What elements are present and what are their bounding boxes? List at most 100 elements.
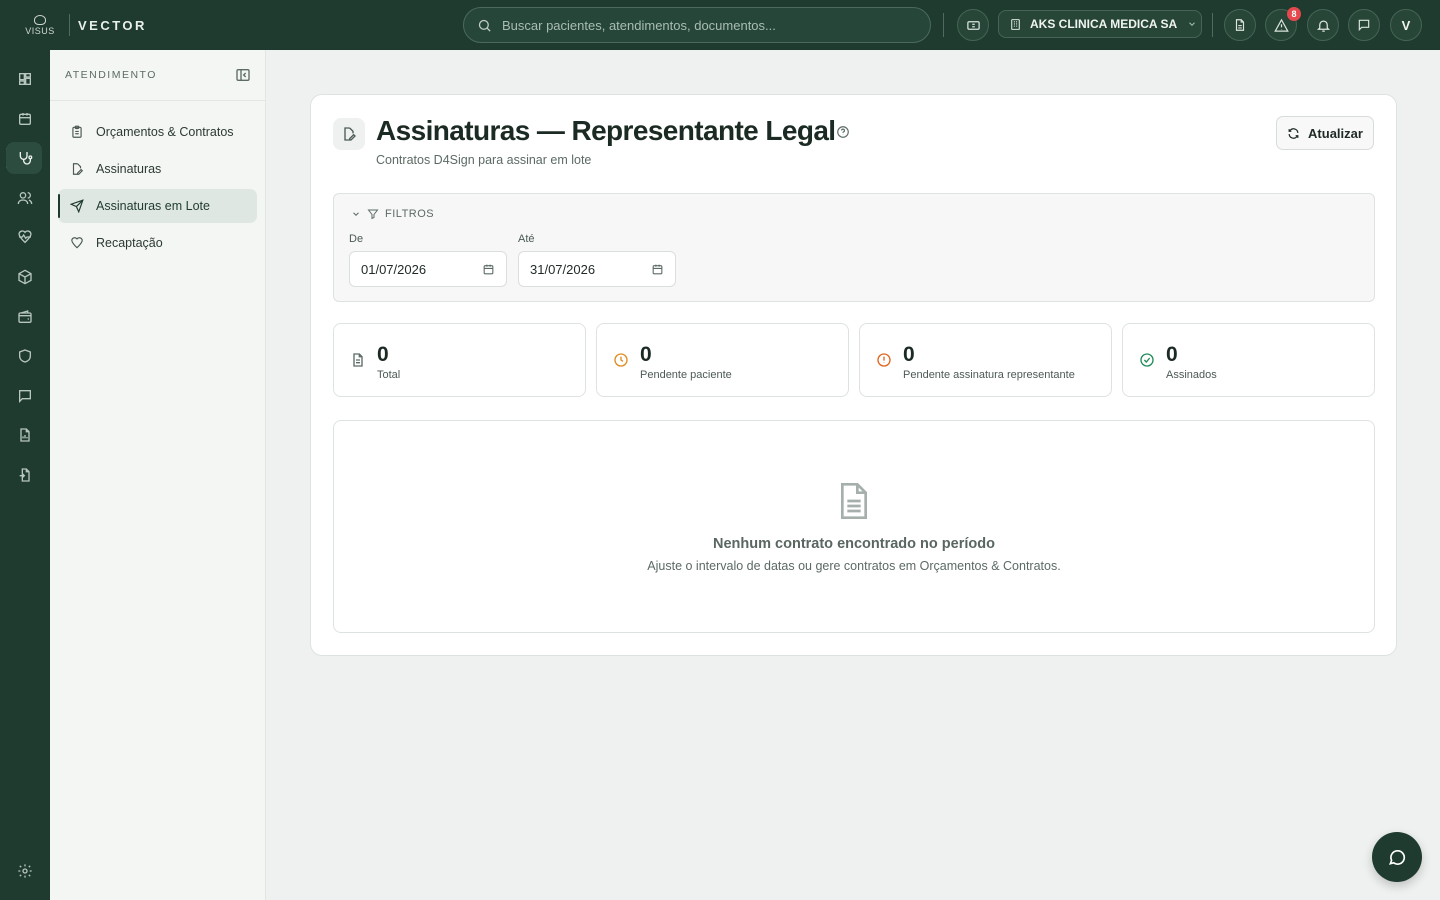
alert-triangle-icon xyxy=(1273,18,1289,32)
rail-health[interactable] xyxy=(0,219,50,255)
sidebar-item-label: Recaptação xyxy=(96,236,163,250)
file-edit-icon xyxy=(72,163,84,175)
message-icon xyxy=(19,390,31,403)
sidebar-item-assinaturas-em-lote[interactable]: Assinaturas em Lote xyxy=(58,189,257,223)
logo-text: VISUS xyxy=(25,25,55,36)
rail-inventory[interactable] xyxy=(0,259,50,295)
chevron-down-icon xyxy=(1189,22,1195,26)
rail-settings[interactable] xyxy=(0,853,50,889)
sidebar-item-label: Orçamentos & Contratos xyxy=(96,125,234,139)
to-date-input[interactable]: 31/07/2026 xyxy=(518,251,676,287)
stat-pending-representative: 0 Pendente assinatura representante xyxy=(859,323,1112,397)
to-date-value: 31/07/2026 xyxy=(530,261,596,277)
stat-value: 0 xyxy=(377,343,389,366)
sidebar-item-label: Assinaturas em Lote xyxy=(96,199,210,213)
send-icon xyxy=(70,199,84,213)
from-date-input[interactable]: 01/07/2026 xyxy=(349,251,507,287)
chevron-down-icon xyxy=(353,212,359,216)
ticket-button[interactable] xyxy=(957,9,989,41)
messages-button[interactable] xyxy=(1348,9,1380,41)
file-edit-icon xyxy=(344,127,356,141)
visus-logo[interactable]: VISUS xyxy=(15,0,65,50)
stat-label: Pendente paciente xyxy=(640,369,732,381)
stat-signed: 0 Assinados xyxy=(1122,323,1375,397)
organization-select[interactable]: AKS CLINICA MEDICA SA xyxy=(998,10,1202,38)
document-transfer-icon xyxy=(19,468,30,482)
stat-value: 0 xyxy=(903,343,915,366)
rail-reports[interactable] xyxy=(0,417,50,453)
file-text-icon xyxy=(353,353,363,367)
calendar-icon xyxy=(19,113,31,125)
page-subtitle: Contratos D4Sign para assinar em lote xyxy=(376,153,592,167)
wallet-icon xyxy=(18,310,32,323)
collapse-sidebar-icon[interactable] xyxy=(235,67,251,83)
refresh-button-label: Atualizar xyxy=(1308,125,1363,141)
page-title-icon-box xyxy=(333,118,365,150)
alerts-button[interactable]: 8 xyxy=(1265,7,1301,41)
empty-state-description: Ajuste o intervalo de datas ou gere cont… xyxy=(647,559,1061,573)
check-circle-icon xyxy=(1140,353,1154,367)
stat-value: 0 xyxy=(1166,343,1178,366)
brand-divider xyxy=(69,14,70,36)
calendar-icon xyxy=(483,264,494,274)
filters-title: FILTROS xyxy=(385,208,435,220)
top-bar: VISUS VECTOR AKS CLINICA MEDICA SA 8 V xyxy=(0,0,1440,50)
stat-pending-patient: 0 Pendente paciente xyxy=(596,323,849,397)
rail-documents[interactable] xyxy=(0,457,50,493)
documents-button[interactable] xyxy=(1224,9,1256,41)
refresh-icon xyxy=(1288,127,1299,139)
sidebar-header: ATENDIMENTO xyxy=(50,50,265,101)
rail-users[interactable] xyxy=(0,180,50,216)
rail-atendimento[interactable] xyxy=(0,140,50,176)
report-icon xyxy=(20,428,30,442)
sidebar-item-assinaturas[interactable]: Assinaturas xyxy=(58,152,257,186)
sidebar-item-recaptacao[interactable]: Recaptação xyxy=(58,226,257,260)
stat-total: 0 Total xyxy=(333,323,586,397)
sidebar-section-title: ATENDIMENTO xyxy=(65,69,157,81)
alert-circle-icon xyxy=(877,353,891,367)
empty-state-title: Nenhum contrato encontrado no período xyxy=(713,536,995,552)
sidebar: ATENDIMENTO Orçamentos & Contratos Assin… xyxy=(50,50,266,900)
heart-pulse-icon xyxy=(18,230,32,244)
filter-icon xyxy=(367,209,379,220)
stethoscope-icon xyxy=(19,152,33,165)
users-icon xyxy=(17,192,33,205)
rail-calendar[interactable] xyxy=(0,101,50,137)
package-icon xyxy=(18,269,32,285)
gear-icon xyxy=(18,864,32,878)
calendar-icon xyxy=(652,264,663,274)
chat-bubble-icon xyxy=(1388,849,1406,865)
alerts-count-badge: 8 xyxy=(1287,7,1301,21)
rail-security[interactable] xyxy=(0,338,50,374)
sidebar-item-orcamentos[interactable]: Orçamentos & Contratos xyxy=(58,115,257,149)
chat-fab-button[interactable] xyxy=(1372,832,1422,882)
shield-icon xyxy=(19,349,31,363)
bell-icon xyxy=(1316,20,1330,32)
heart-icon xyxy=(71,237,83,249)
sidebar-nav: Orçamentos & Contratos Assinaturas Assin… xyxy=(50,101,265,260)
filters-toggle[interactable]: FILTROS xyxy=(351,208,434,220)
file-icon xyxy=(1235,19,1245,31)
user-avatar[interactable]: V xyxy=(1390,9,1422,41)
document-icon xyxy=(841,483,867,519)
help-circle-icon[interactable] xyxy=(836,125,850,139)
header-divider xyxy=(1212,13,1213,37)
to-date-label: Até xyxy=(518,233,535,245)
sidebar-item-label: Assinaturas xyxy=(96,162,162,176)
ticket-icon xyxy=(966,20,980,30)
stat-label: Total xyxy=(377,369,401,381)
message-square-icon xyxy=(1358,19,1370,32)
logo-mark-icon xyxy=(34,14,46,25)
notifications-button[interactable] xyxy=(1307,9,1339,41)
stat-label: Pendente assinatura representante xyxy=(903,369,1075,381)
main-card: Assinaturas — Representante Legal Contra… xyxy=(310,94,1397,656)
search-input[interactable] xyxy=(502,17,930,33)
refresh-button[interactable]: Atualizar xyxy=(1276,116,1374,150)
clipboard-icon xyxy=(72,125,82,138)
rail-dashboard[interactable] xyxy=(0,61,50,97)
rail-finance[interactable] xyxy=(0,299,50,335)
global-search[interactable] xyxy=(463,7,931,43)
page-title: Assinaturas — Representante Legal xyxy=(376,115,836,146)
rail-chat[interactable] xyxy=(0,378,50,414)
stat-label: Assinados xyxy=(1166,369,1217,381)
